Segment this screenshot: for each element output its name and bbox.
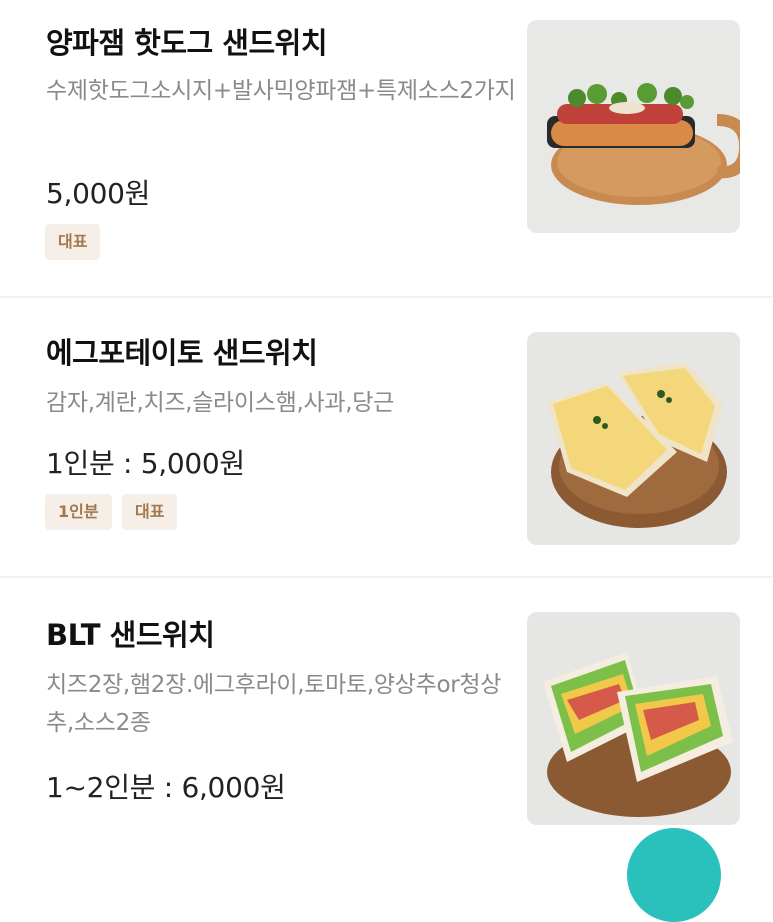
menu-item[interactable]: 에그포테이토 샌드위치 감자,계란,치즈,슬라이스햄,사과,당근 1인분 : 5… [0, 298, 773, 576]
hotdog-sandwich-photo [527, 20, 740, 233]
menu-item-title: 에그포테이토 샌드위치 [46, 336, 318, 370]
menu-item[interactable]: BLT 샌드위치 치즈2장,햄2장.에그후라이,토마토,양상추or청상추,소스2… [0, 578, 773, 851]
badge-representative: 대표 [122, 494, 178, 530]
menu-item-title: 양파잼 핫도그 샌드위치 [46, 26, 328, 60]
menu-item-price: 1인분 : 5,000원 [46, 447, 245, 480]
badge-representative: 대표 [45, 224, 101, 260]
menu-item[interactable]: 양파잼 핫도그 샌드위치 수제핫도그소시지+발사믹양파잼+특제소스2가지 5,0… [0, 0, 773, 296]
menu-item-price: 1~2인분 : 6,000원 [46, 771, 286, 804]
cart-floating-button[interactable] [627, 828, 721, 922]
badge-single-serving: 1인분 [45, 494, 112, 530]
egg-potato-sandwich-photo [527, 332, 740, 545]
menu-item-description: 수제핫도그소시지+발사믹양파잼+특제소스2가지 [46, 78, 516, 104]
blt-sandwich-photo [527, 612, 740, 825]
menu-item-price: 5,000원 [46, 177, 151, 210]
menu-item-description: 치즈2장,햄2장.에그후라이,토마토,양상추or청상추,소스2종 [46, 672, 502, 736]
menu-item-description: 감자,계란,치즈,슬라이스햄,사과,당근 [46, 390, 394, 416]
menu-item-title: BLT 샌드위치 [46, 618, 215, 652]
